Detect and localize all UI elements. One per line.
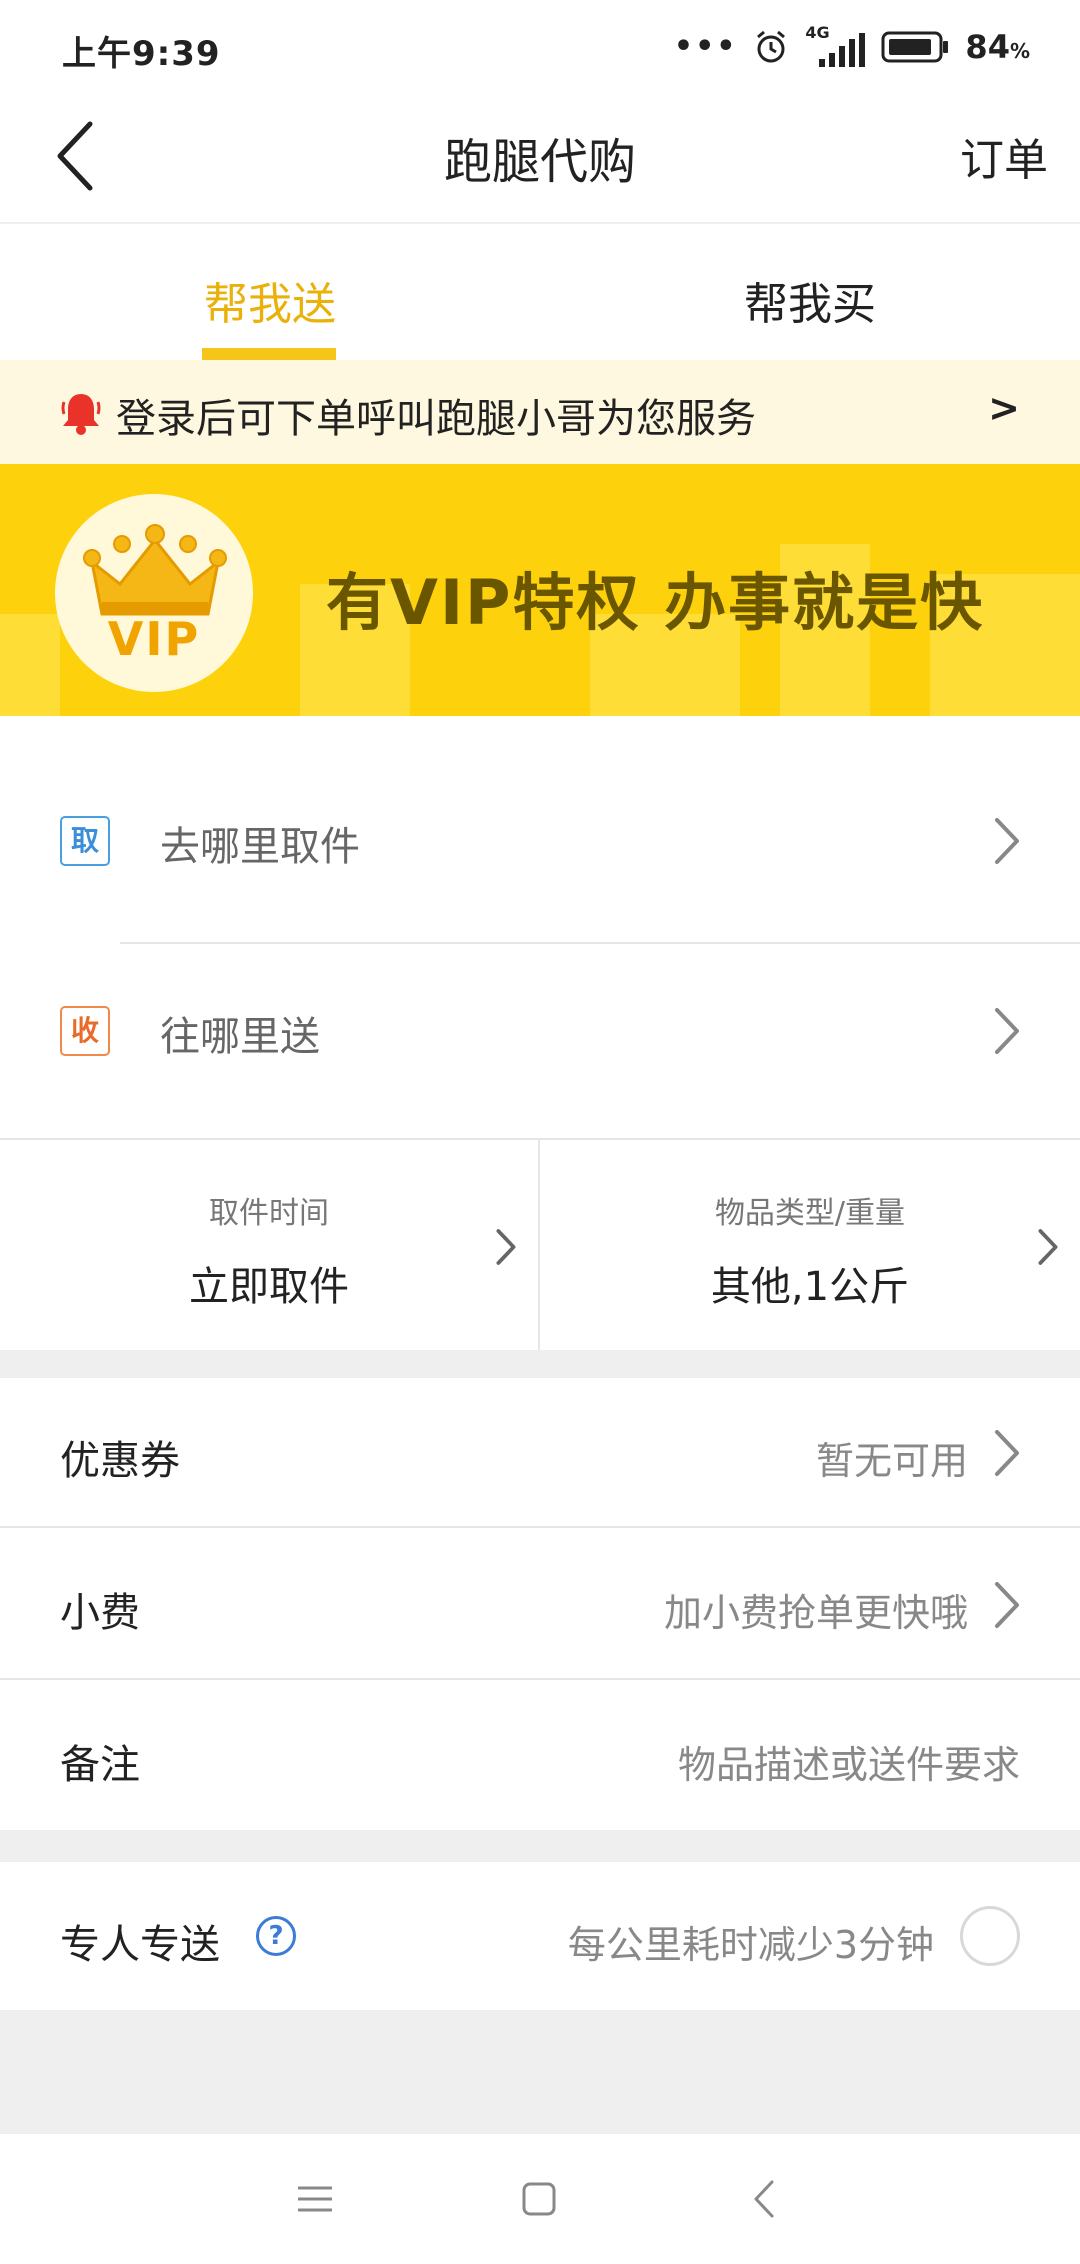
menu-icon[interactable] [290, 2174, 340, 2224]
address-section: 取 去哪里取件 收 往哪里送 [0, 716, 1080, 1138]
item-type-label: 物品类型/重量 [714, 1196, 906, 1231]
chevron-right-icon [995, 1008, 1019, 1054]
dedicated-delivery-radio[interactable] [960, 1906, 1020, 1966]
help-icon[interactable]: ? [256, 1916, 296, 1956]
coupon-row[interactable]: 优惠券 暂无可用 [0, 1378, 1080, 1528]
delivery-address-row[interactable]: 收 往哪里送 [0, 952, 1080, 1112]
pickup-address-row[interactable]: 取 去哪里取件 [0, 762, 1080, 922]
order-options-list: 优惠券 暂无可用 小费 加小费抢单更快哦 备注 物品描述或送件要求 [0, 1378, 1080, 1830]
remark-input[interactable]: 物品描述或送件要求 [678, 1734, 1020, 1789]
dedicated-delivery-hint: 每公里耗时减少3分钟 [567, 1923, 934, 1967]
vip-badge: VIP [55, 494, 253, 692]
bottom-gap [0, 2010, 1080, 2134]
pickup-badge: 取 [60, 816, 110, 866]
divider [120, 942, 1080, 944]
coupon-value: 暂无可用 [815, 1439, 968, 1483]
chevron-right-icon [496, 1229, 516, 1265]
section-gap [0, 1350, 1080, 1378]
chevron-right-icon [995, 1430, 1019, 1476]
tab-help-send[interactable]: 帮我送 [0, 226, 540, 360]
signal-icon: 4G [805, 23, 866, 67]
delivery-badge: 收 [60, 1006, 110, 1056]
chevron-right-icon: > [988, 386, 1020, 430]
more-notifications-icon: ••• [673, 29, 738, 64]
section-gap [0, 1830, 1080, 1862]
active-tab-indicator [202, 348, 336, 360]
home-icon[interactable] [514, 2174, 564, 2224]
vip-slogan: 有VIP特权 办事就是快 [326, 566, 985, 639]
item-type-selector[interactable]: 物品类型/重量 其他,1公斤 [540, 1140, 1080, 1350]
back-icon[interactable] [740, 2174, 790, 2224]
dedicated-delivery-row: 专人专送 ? 每公里耗时减少3分钟 [0, 1862, 1080, 2010]
chevron-right-icon [995, 818, 1019, 864]
item-type-value: 其他,1公斤 [710, 1264, 910, 1310]
service-tabs: 帮我送 帮我买 [0, 226, 1080, 360]
nav-bar: 跑腿代购 订单 [0, 94, 1080, 224]
page-title: 跑腿代购 [443, 134, 636, 190]
status-icons: ••• 4G 84% [673, 23, 1030, 70]
notice-text: 登录后可下单呼叫跑腿小哥为您服务 [116, 396, 756, 442]
battery-icon [881, 31, 949, 63]
crown-icon [83, 524, 227, 616]
tip-value: 加小费抢单更快哦 [663, 1591, 968, 1635]
battery-level: 84% [965, 28, 1030, 66]
orders-button[interactable]: 订单 [960, 124, 1048, 188]
tip-label: 小费 [60, 1590, 140, 1636]
dedicated-delivery-label: 专人专送 [60, 1922, 220, 1968]
login-notice-bar[interactable]: 登录后可下单呼叫跑腿小哥为您服务 > [0, 360, 1080, 464]
delivery-address-placeholder: 往哪里送 [160, 1014, 320, 1060]
chevron-right-icon [995, 1582, 1019, 1628]
remark-row[interactable]: 备注 物品描述或送件要求 [0, 1682, 1080, 1832]
vip-badge-label: VIP [107, 612, 201, 666]
pickup-time-selector[interactable]: 取件时间 立即取件 [0, 1140, 540, 1350]
status-time: 上午9:39 [62, 34, 221, 74]
remark-label: 备注 [60, 1742, 140, 1788]
pickup-address-placeholder: 去哪里取件 [160, 824, 360, 870]
system-navigation-bar [0, 2134, 1080, 2264]
tip-row[interactable]: 小费 加小费抢单更快哦 [0, 1530, 1080, 1680]
pickup-info-section: 取件时间 立即取件 物品类型/重量 其他,1公斤 [0, 1138, 1080, 1350]
status-bar: 上午9:39 ••• 4G 84% [0, 0, 1080, 94]
vip-banner[interactable]: VIP 有VIP特权 办事就是快 [0, 464, 1080, 716]
bell-icon [61, 394, 101, 435]
alarm-icon [757, 30, 786, 63]
chevron-right-icon [1038, 1229, 1058, 1265]
pickup-time-label: 取件时间 [209, 1196, 329, 1231]
tab-help-buy[interactable]: 帮我买 [540, 226, 1080, 360]
pickup-time-value: 立即取件 [189, 1264, 349, 1310]
coupon-label: 优惠券 [60, 1438, 180, 1484]
